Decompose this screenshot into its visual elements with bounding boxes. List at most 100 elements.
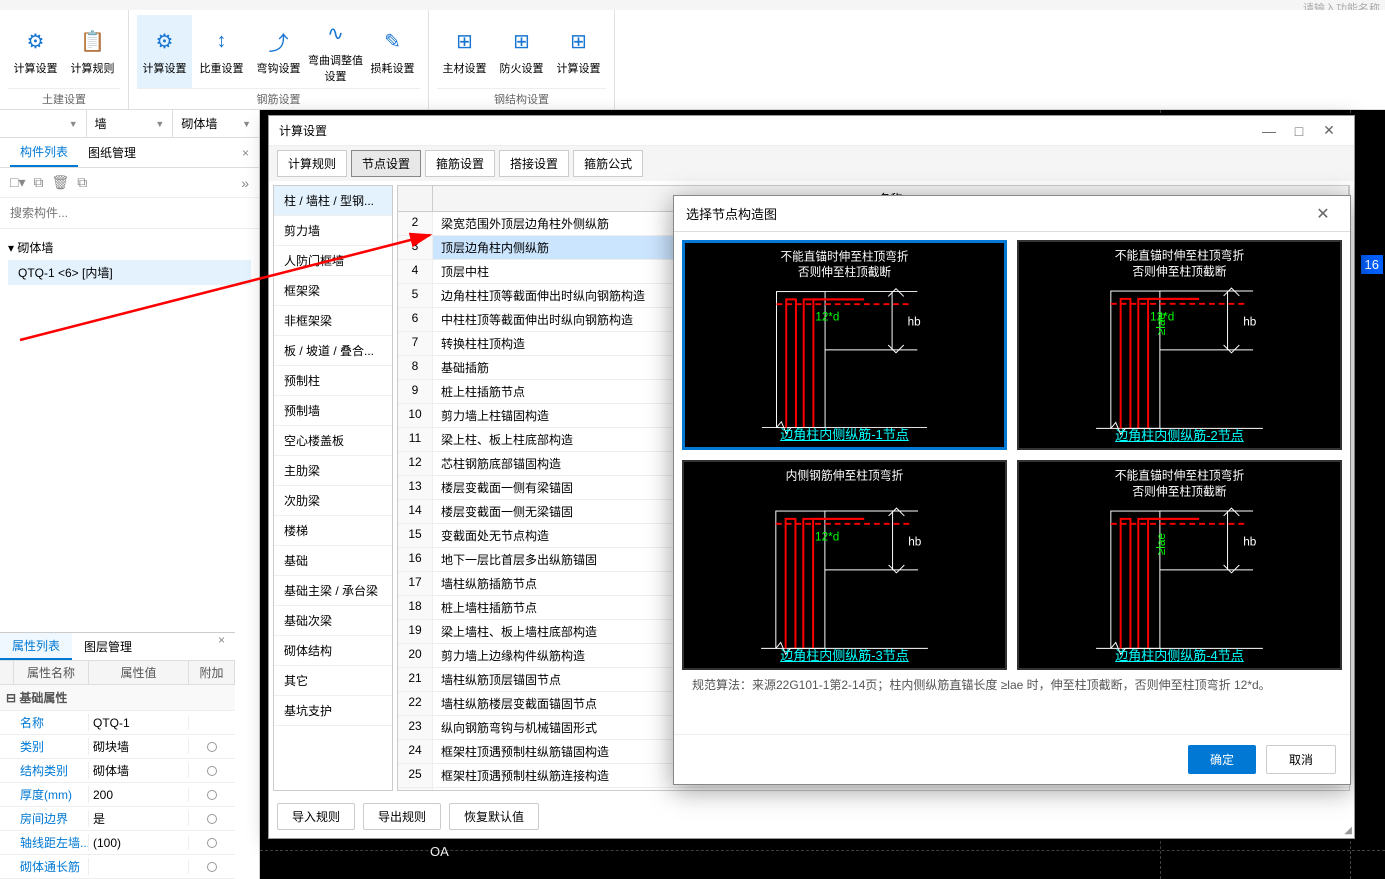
axis-number: 16 (1361, 255, 1383, 274)
ribbon-icon: ⚙ (22, 28, 50, 56)
settings-tab-1[interactable]: 节点设置 (351, 150, 421, 177)
new-icon[interactable]: □▾ (10, 174, 25, 191)
prop-value-input[interactable] (93, 860, 188, 874)
category-item[interactable]: 预制墙 (274, 396, 392, 426)
diagram-option-2[interactable]: 不能直锚时伸至柱顶弯折 否则伸至柱顶截断 12*d ≥lae hb 边角柱内侧纵… (1017, 240, 1342, 450)
close-icon[interactable]: ✕ (1314, 122, 1344, 139)
settings-tab-3[interactable]: 搭接设置 (499, 150, 569, 177)
prop-value-input[interactable] (93, 716, 188, 730)
ribbon-主材设置[interactable]: ⊞主材设置 (437, 15, 492, 88)
export-rules-button[interactable]: 导出规则 (363, 803, 441, 830)
category-item[interactable]: 非框架梁 (274, 306, 392, 336)
radio-icon[interactable] (207, 790, 217, 800)
diagram-caption: 边角柱内侧纵筋-1节点 (685, 424, 1004, 443)
prop-row[interactable]: 厚度(mm) (0, 783, 235, 807)
ribbon-弯曲调整值设置[interactable]: ∿弯曲调整值设置 (308, 15, 363, 88)
ribbon-计算规则[interactable]: 📋计算规则 (65, 15, 120, 88)
close-icon[interactable]: ✕ (1308, 204, 1338, 224)
resize-handle[interactable]: ◢ (1344, 825, 1352, 836)
cancel-button[interactable]: 取消 (1266, 745, 1336, 774)
tab-drawing-mgmt[interactable]: 图纸管理 (78, 138, 146, 167)
left-panel: ▼墙▼砌体墙▼ 构件列表 图纸管理 × □▾ ⧉ 🗑 ⧉ » ▾ 砌体墙 QTQ… (0, 110, 260, 879)
radio-icon[interactable] (207, 742, 217, 752)
prop-value-input[interactable] (93, 763, 188, 777)
ribbon-计算设置[interactable]: ⊞计算设置 (551, 15, 606, 88)
settings-tab-0[interactable]: 计算规则 (277, 150, 347, 177)
ribbon-比重设置[interactable]: ↕比重设置 (194, 15, 249, 88)
category-dropdown-2[interactable]: 砌体墙▼ (173, 110, 259, 137)
radio-icon[interactable] (207, 766, 217, 776)
close-icon[interactable]: × (208, 633, 235, 660)
ribbon-icon: ✎ (379, 28, 407, 56)
ribbon-计算设置[interactable]: ⚙计算设置 (137, 15, 192, 88)
diagram-caption: 边角柱内侧纵筋-2节点 (1019, 425, 1340, 444)
category-dropdown-0[interactable]: ▼ (0, 110, 87, 137)
props-section[interactable]: ⊟ 基础属性 (0, 685, 235, 711)
category-item[interactable]: 柱 / 墙柱 / 型钢... (274, 186, 392, 216)
prop-row[interactable]: 砌体通长筋 (0, 855, 235, 879)
dialog-title: 计算设置 (279, 122, 1254, 139)
category-dropdown-1[interactable]: 墙▼ (87, 110, 174, 137)
tab-properties[interactable]: 属性列表 (0, 633, 72, 660)
category-item[interactable]: 板 / 坡道 / 叠合... (274, 336, 392, 366)
rule-row[interactable]: 26框架柱底遇预制柱纵筋连接构造 (398, 788, 1349, 791)
minimize-icon[interactable]: — (1254, 123, 1284, 139)
prop-value-input[interactable] (93, 836, 188, 850)
category-item[interactable]: 主肋梁 (274, 456, 392, 486)
search-input[interactable] (4, 202, 255, 224)
category-item[interactable]: 框架梁 (274, 276, 392, 306)
tab-layers[interactable]: 图层管理 (72, 633, 144, 660)
delete-icon[interactable]: 🗑 (51, 174, 69, 191)
category-item[interactable]: 次肋梁 (274, 486, 392, 516)
prop-row[interactable]: 房间边界 (0, 807, 235, 831)
radio-icon[interactable] (207, 814, 217, 824)
tree-leaf-selected[interactable]: QTQ-1 <6> [内墙] (8, 260, 251, 285)
ribbon-计算设置[interactable]: ⚙计算设置 (8, 15, 63, 88)
prop-row[interactable]: 轴线距左墙... (0, 831, 235, 855)
radio-icon[interactable] (207, 862, 217, 872)
category-item[interactable]: 预制柱 (274, 366, 392, 396)
category-item[interactable]: 楼梯 (274, 516, 392, 546)
ribbon-防火设置[interactable]: ⊞防火设置 (494, 15, 549, 88)
ribbon: ⚙计算设置📋计算规则土建设置⚙计算设置↕比重设置⤴弯钩设置∿弯曲调整值设置✎损耗… (0, 10, 1385, 110)
prop-row[interactable]: 类别 (0, 735, 235, 759)
ribbon-icon: ⊞ (451, 28, 479, 56)
col-prop-extra: 附加 (189, 661, 235, 684)
ribbon-group-label: 钢筋设置 (137, 88, 420, 107)
diagram-option-3[interactable]: 内侧钢筋伸至柱顶弯折 12*d hb 边角柱内侧纵筋-3节点 (682, 460, 1007, 670)
maximize-icon[interactable]: □ (1284, 123, 1314, 139)
settings-tab-2[interactable]: 箍筋设置 (425, 150, 495, 177)
settings-tab-4[interactable]: 箍筋公式 (573, 150, 643, 177)
category-item[interactable]: 基础次梁 (274, 606, 392, 636)
ribbon-icon: ⤴ (265, 28, 293, 56)
tree-root[interactable]: ▾ 砌体墙 (8, 237, 251, 258)
category-item[interactable]: 基础主梁 / 承台梁 (274, 576, 392, 606)
category-item[interactable]: 人防门框墙 (274, 246, 392, 276)
ribbon-icon: 📋 (79, 28, 107, 56)
paste-icon[interactable]: ⧉ (77, 174, 87, 191)
category-item[interactable]: 砌体结构 (274, 636, 392, 666)
collapse-icon[interactable]: » (241, 175, 249, 191)
import-rules-button[interactable]: 导入规则 (277, 803, 355, 830)
prop-row[interactable]: 结构类别 (0, 759, 235, 783)
prop-value-input[interactable] (93, 739, 188, 753)
category-item[interactable]: 空心楼盖板 (274, 426, 392, 456)
close-icon[interactable]: × (232, 146, 259, 160)
ribbon-group-label: 土建设置 (8, 88, 120, 107)
ribbon-损耗设置[interactable]: ✎损耗设置 (365, 15, 420, 88)
ribbon-弯钩设置[interactable]: ⤴弯钩设置 (251, 15, 306, 88)
prop-value-input[interactable] (93, 811, 188, 825)
category-item[interactable]: 其它 (274, 666, 392, 696)
diagram-option-4[interactable]: 不能直锚时伸至柱顶弯折 否则伸至柱顶截断 ≥lae hb 边角柱内侧纵筋-4节点 (1017, 460, 1342, 670)
category-item[interactable]: 剪力墙 (274, 216, 392, 246)
prop-row[interactable]: 名称 (0, 711, 235, 735)
prop-value-input[interactable] (93, 788, 188, 802)
diagram-option-1[interactable]: 不能直锚时伸至柱顶弯折 否则伸至柱顶截断 12*d hb 边角柱内侧纵筋-1节点 (682, 240, 1007, 450)
category-item[interactable]: 基坑支护 (274, 696, 392, 726)
copy-icon[interactable]: ⧉ (33, 174, 43, 191)
tab-component-list[interactable]: 构件列表 (10, 138, 78, 167)
category-item[interactable]: 基础 (274, 546, 392, 576)
radio-icon[interactable] (207, 838, 217, 848)
ok-button[interactable]: 确定 (1188, 745, 1256, 774)
reset-defaults-button[interactable]: 恢复默认值 (449, 803, 539, 830)
